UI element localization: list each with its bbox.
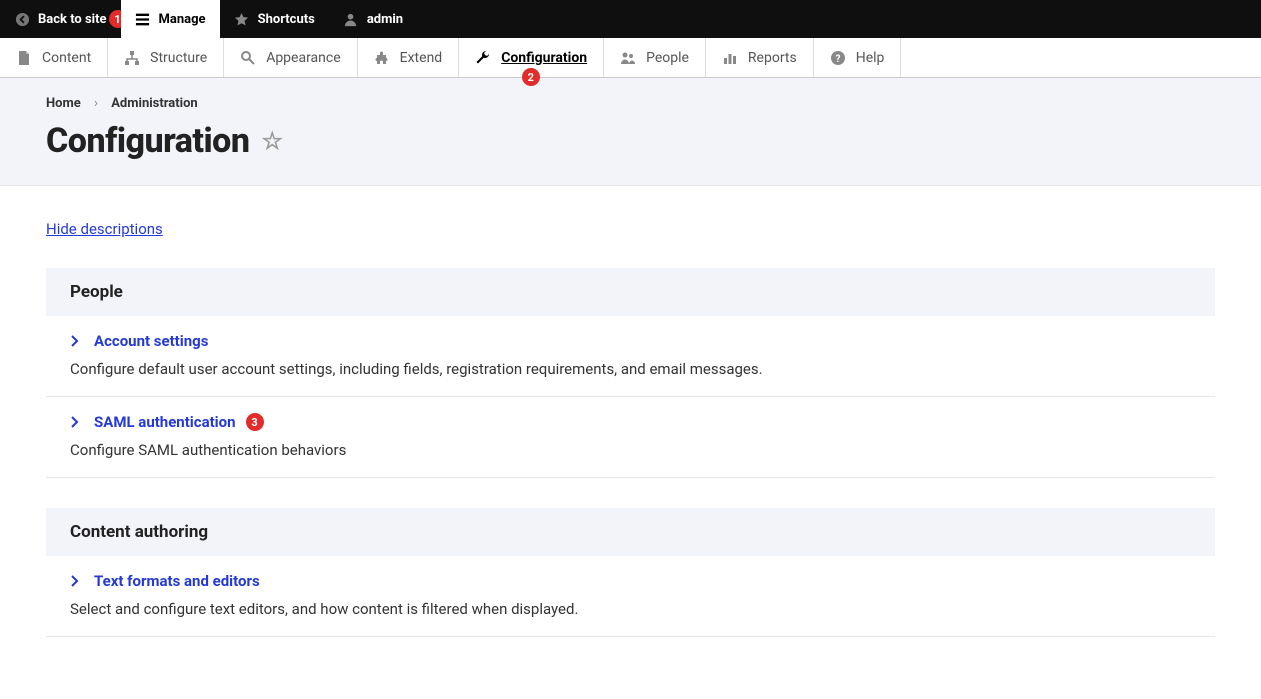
- shortcuts-button[interactable]: Shortcuts: [220, 0, 329, 38]
- content-region: Hide descriptions People Account setting…: [0, 186, 1261, 671]
- star-icon: [234, 11, 250, 27]
- menu-extend[interactable]: Extend: [358, 38, 460, 77]
- help-icon: ?: [830, 50, 846, 66]
- text-formats-desc: Select and configure text editors, and h…: [70, 600, 1191, 618]
- saml-auth-link[interactable]: SAML authentication: [94, 413, 236, 431]
- config-item-account-settings: Account settings Configure default user …: [46, 316, 1215, 397]
- section-people-header: People: [46, 268, 1215, 316]
- admin-menu: Content Structure Appearance Extend Conf…: [0, 38, 1261, 78]
- bar-chart-icon: [722, 50, 738, 66]
- menu-appearance[interactable]: Appearance: [224, 38, 357, 77]
- page-title: Configuration ☆: [46, 121, 1215, 161]
- menu-reports-label: Reports: [748, 50, 797, 66]
- user-button[interactable]: admin: [329, 0, 417, 38]
- header-region: Home › Administration Configuration ☆: [0, 78, 1261, 186]
- user-icon: [343, 11, 359, 27]
- page-title-text: Configuration: [46, 121, 249, 161]
- menu-appearance-label: Appearance: [266, 50, 340, 66]
- chevron-right-icon: [70, 575, 84, 587]
- breadcrumb-home[interactable]: Home: [46, 96, 81, 111]
- chevron-right-icon: [70, 416, 84, 428]
- manage-button[interactable]: Manage: [121, 0, 220, 38]
- paintbrush-icon: [240, 50, 256, 66]
- section-content-authoring: Content authoring Text formats and edito…: [46, 508, 1215, 637]
- menu-structure[interactable]: Structure: [108, 38, 224, 77]
- config-badge: 2: [522, 68, 540, 86]
- menu-content[interactable]: Content: [0, 38, 108, 77]
- hamburger-icon: [135, 11, 151, 27]
- menu-reports[interactable]: Reports: [706, 38, 814, 77]
- shortcuts-label: Shortcuts: [258, 12, 315, 27]
- menu-people-label: People: [646, 50, 689, 66]
- menu-help-label: Help: [856, 50, 885, 66]
- chevron-left-circle-icon: [14, 11, 30, 27]
- document-icon: [16, 50, 32, 66]
- config-item-text-formats: Text formats and editors Select and conf…: [46, 556, 1215, 637]
- back-to-site-button[interactable]: Back to site 1: [0, 0, 121, 38]
- people-icon: [620, 50, 636, 66]
- breadcrumb: Home › Administration: [46, 96, 1215, 111]
- menu-extend-label: Extend: [400, 50, 443, 66]
- text-formats-link[interactable]: Text formats and editors: [94, 572, 260, 590]
- puzzle-icon: [374, 50, 390, 66]
- menu-content-label: Content: [42, 50, 91, 66]
- menu-people[interactable]: People: [604, 38, 706, 77]
- user-label: admin: [367, 12, 403, 27]
- account-settings-desc: Configure default user account settings,…: [70, 360, 1191, 378]
- wrench-icon: [475, 50, 491, 66]
- menu-structure-label: Structure: [150, 50, 207, 66]
- hide-descriptions-link[interactable]: Hide descriptions: [46, 220, 163, 238]
- breadcrumb-separator: ›: [94, 96, 98, 111]
- account-settings-link[interactable]: Account settings: [94, 332, 208, 350]
- chevron-right-icon: [70, 335, 84, 347]
- menu-configuration[interactable]: Configuration 2: [459, 38, 604, 77]
- hierarchy-icon: [124, 50, 140, 66]
- favorite-star-icon[interactable]: ☆: [261, 127, 282, 155]
- section-content-authoring-header: Content authoring: [46, 508, 1215, 556]
- back-to-site-label: Back to site: [38, 12, 107, 27]
- svg-text:?: ?: [835, 54, 840, 65]
- manage-label: Manage: [159, 12, 206, 27]
- menu-help[interactable]: ? Help: [814, 38, 902, 77]
- breadcrumb-admin[interactable]: Administration: [111, 96, 198, 111]
- config-item-saml: SAML authentication 3 Configure SAML aut…: [46, 397, 1215, 478]
- saml-badge: 3: [246, 413, 264, 431]
- saml-auth-desc: Configure SAML authentication behaviors: [70, 441, 1191, 459]
- section-people: People Account settings Configure defaul…: [46, 268, 1215, 478]
- menu-configuration-label: Configuration: [501, 50, 587, 66]
- topbar: Back to site 1 Manage Shortcuts admin: [0, 0, 1261, 38]
